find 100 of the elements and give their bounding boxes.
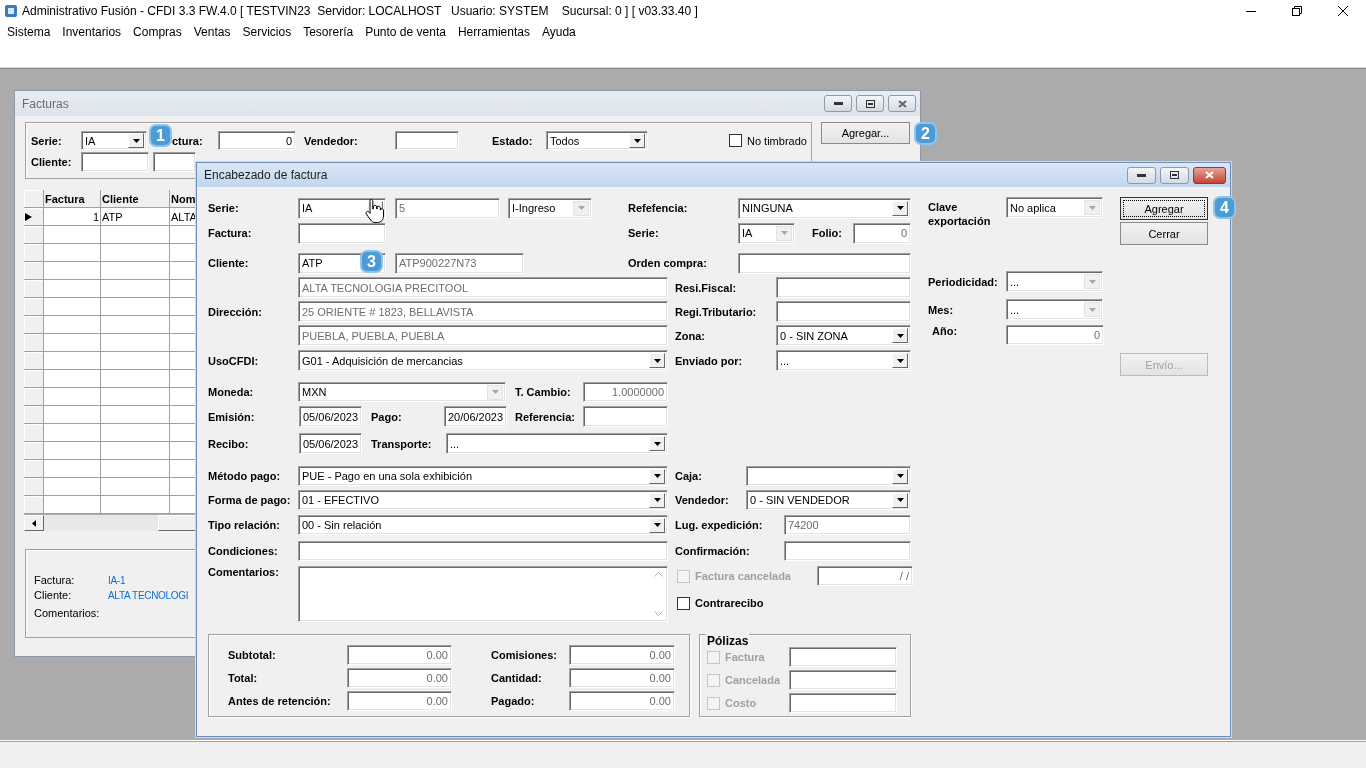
checkbox-label: Factura xyxy=(725,651,765,663)
date-field[interactable]: 05/06/2023 xyxy=(299,406,362,427)
table-cell xyxy=(170,388,196,406)
window-title: Facturas xyxy=(22,96,69,111)
confirmacion-field[interactable] xyxy=(784,541,911,561)
left-arrow-icon xyxy=(32,519,36,527)
field-label: Mes: xyxy=(928,303,955,316)
cliente-name-field[interactable] xyxy=(153,152,196,172)
field-label: Año: xyxy=(932,325,959,337)
close-form-button[interactable]: Cerrar xyxy=(1120,222,1208,245)
field-label: Comisiones: xyxy=(491,649,558,661)
minimize-icon xyxy=(1137,173,1146,177)
menu-item[interactable]: Ayuda xyxy=(535,25,582,39)
scrollbar[interactable] xyxy=(24,515,196,531)
menu-item[interactable]: Ventas xyxy=(187,25,237,39)
field-label: Cantidad: xyxy=(491,672,543,684)
close-button[interactable] xyxy=(1193,166,1226,184)
column-header[interactable]: Nom xyxy=(170,190,196,208)
caret-icon xyxy=(896,498,904,502)
factura-field[interactable]: 0 xyxy=(218,131,296,150)
table-cell xyxy=(170,298,196,316)
resi-fiscal-field[interactable] xyxy=(776,277,911,298)
maximize-button[interactable] xyxy=(1160,166,1189,184)
checkbox[interactable] xyxy=(677,596,690,610)
transporte-dropdown[interactable]: ... xyxy=(446,433,668,454)
field-label: Serie: xyxy=(208,202,240,214)
orden-compra-field[interactable] xyxy=(738,252,911,274)
cliente-field[interactable] xyxy=(81,152,149,172)
uso-cfdi-dropdown[interactable]: G01 - Adquisición de mercancias xyxy=(298,350,668,371)
field-label: Factura: xyxy=(208,227,253,239)
forma-pago-dropdown[interactable]: 01 - EFECTIVO xyxy=(298,490,668,510)
column-header[interactable]: Cliente xyxy=(101,190,170,208)
minimize-button[interactable] xyxy=(1127,166,1156,184)
column-header[interactable]: Factura xyxy=(44,190,101,208)
table-cell: ATP xyxy=(101,208,170,226)
table-cell xyxy=(170,334,196,352)
condiciones-field[interactable] xyxy=(298,541,668,561)
vendedor-dropdown[interactable]: 0 - SIN VENDEDOR xyxy=(746,490,911,510)
field-label: Recibo: xyxy=(208,437,250,450)
field-label: Serie: xyxy=(628,227,660,239)
field-label: Zona: xyxy=(675,329,706,342)
menu-item[interactable]: Inventarios xyxy=(56,25,128,39)
table-cell xyxy=(44,352,101,370)
vendedor-field[interactable] xyxy=(395,131,459,150)
add-button[interactable]: Agregar xyxy=(1120,197,1208,220)
poliza-field[interactable] xyxy=(789,693,897,713)
address-field[interactable]: PUEBLA, PUEBLA, PUEBLA xyxy=(298,325,668,346)
field-label: Orden compra: xyxy=(628,257,708,269)
add-button[interactable]: Agregar... xyxy=(821,122,910,144)
table-cell: 1 xyxy=(44,208,101,226)
checkbox[interactable] xyxy=(729,134,742,147)
caret-icon xyxy=(780,231,788,235)
table-cell xyxy=(101,316,170,334)
factura-field[interactable] xyxy=(298,222,386,244)
poliza-field[interactable] xyxy=(789,670,897,690)
field-label: Cliente: xyxy=(31,156,73,168)
estado-dropdown[interactable]: Todos xyxy=(546,131,648,150)
field-label: T. Cambio: xyxy=(515,386,572,398)
table-cell xyxy=(101,388,170,406)
table-cell xyxy=(101,334,170,352)
menu-item[interactable]: Servicios xyxy=(236,25,298,39)
table-cell xyxy=(44,460,101,478)
table-cell xyxy=(170,280,196,298)
date-field[interactable]: 20/06/2023 xyxy=(444,406,507,427)
table-cell xyxy=(101,352,170,370)
app-icon xyxy=(4,4,18,18)
serie-dropdown[interactable]: IA xyxy=(81,131,147,150)
referencia-field[interactable] xyxy=(583,406,668,427)
caja-dropdown[interactable] xyxy=(746,466,911,486)
date-field[interactable]: 05/06/2023 xyxy=(299,433,362,454)
regimen-field[interactable] xyxy=(776,301,911,322)
panel-title: Pólizas xyxy=(706,634,750,648)
tipo-relacion-dropdown[interactable]: 00 - Sin relación xyxy=(298,515,668,535)
address-field[interactable]: 25 ORIENTE # 1823, BELLAVISTA xyxy=(298,301,668,322)
header-corner xyxy=(24,190,44,208)
address-field[interactable]: ALTA TECNOLOGIA PRECITOOL xyxy=(298,277,668,298)
hand-cursor-icon xyxy=(364,198,386,225)
field-label: Estado: xyxy=(492,134,534,147)
enviado-por-dropdown[interactable]: ... xyxy=(776,350,911,371)
referencia-dropdown[interactable]: NINGUNA xyxy=(738,197,911,219)
comments-field[interactable] xyxy=(298,566,668,622)
menu-item[interactable]: Compras xyxy=(127,25,188,39)
table-cell xyxy=(44,334,101,352)
menu-item[interactable]: Sistema xyxy=(1,25,57,39)
field-label: Comentarios: xyxy=(208,566,280,578)
field-label: Método pago: xyxy=(208,470,282,482)
close-button[interactable] xyxy=(888,95,916,112)
minimize-button[interactable] xyxy=(824,95,852,112)
metodo-pago-dropdown[interactable]: PUE - Pago en una sola exhibición xyxy=(298,466,668,486)
poliza-field[interactable] xyxy=(789,647,897,667)
table-cell xyxy=(170,316,196,334)
menu-item[interactable]: Herramientas xyxy=(451,25,536,39)
menu-item[interactable]: Punto de venta xyxy=(359,25,452,39)
menu-item[interactable]: Tesorería xyxy=(297,25,360,39)
table-cell xyxy=(170,424,196,442)
row-indicator[interactable] xyxy=(24,208,44,226)
field-label: Emisión: xyxy=(208,410,256,423)
maximize-button[interactable] xyxy=(856,95,884,112)
zona-dropdown[interactable]: 0 - SIN ZONA xyxy=(776,325,911,346)
table-cell xyxy=(44,226,101,244)
